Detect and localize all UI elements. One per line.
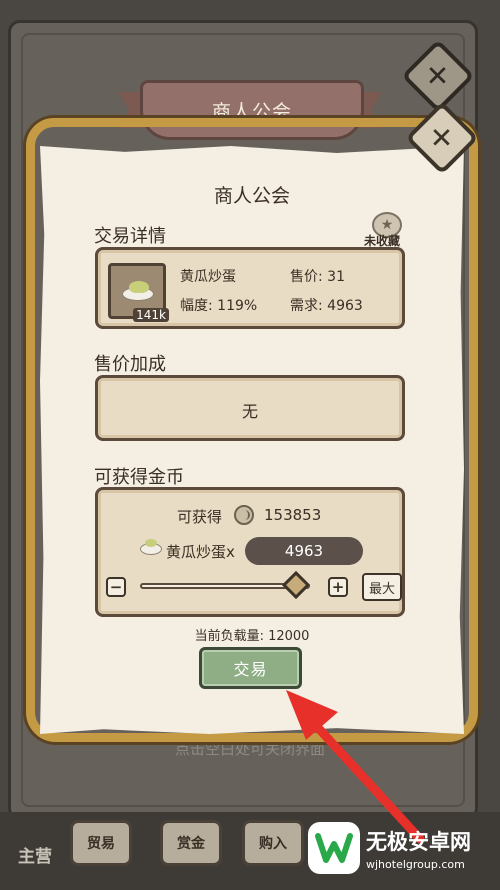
close-icon: ✕ — [430, 121, 454, 155]
item-count: 141k — [133, 308, 169, 322]
bottom-left-label: 主营 — [18, 847, 52, 867]
current-load-text: 当前负载量: 12000 — [194, 629, 310, 644]
demand-text: 需求: 4963 — [290, 298, 363, 314]
item-slot[interactable]: 141k — [108, 263, 169, 322]
coin-icon — [234, 505, 254, 525]
trade-details-label: 交易详情 — [94, 226, 166, 247]
price-bonus-label: 售价加成 — [94, 354, 166, 375]
dialog-title: 商人公会 — [213, 185, 290, 207]
watermark-logo — [308, 822, 360, 874]
quantity-input[interactable]: 4963 — [245, 537, 363, 565]
coins-label: 可获得金币 — [94, 467, 184, 488]
close-icon: ✕ — [426, 59, 450, 93]
watermark-url: wjhotelgroup.com — [366, 858, 465, 871]
cucumber-egg-dish-icon — [140, 539, 162, 555]
minus-button[interactable]: − — [106, 577, 126, 597]
plus-button[interactable]: + — [328, 577, 348, 597]
item-quantity-label: 黄瓜炒蛋x — [166, 543, 235, 561]
max-button[interactable]: 最大 — [362, 573, 402, 601]
item-name: 黄瓜炒蛋 — [180, 269, 236, 285]
price-bonus-value: 无 — [241, 402, 258, 421]
bottom-tab-bounty[interactable]: 赏金 — [160, 820, 222, 866]
cucumber-egg-dish-icon — [122, 281, 154, 301]
watermark-name: 无极安卓网 — [366, 830, 471, 854]
earn-label: 可获得 — [177, 508, 223, 526]
trade-button[interactable]: 交易 — [199, 647, 302, 689]
red-arrow-annotation — [286, 690, 425, 844]
price-text: 售价: 31 — [290, 269, 345, 285]
bottom-tab-trade[interactable]: 贸易 — [70, 820, 132, 866]
change-text: 幅度: 119% — [180, 298, 258, 314]
earn-value: 153853 — [264, 506, 322, 524]
